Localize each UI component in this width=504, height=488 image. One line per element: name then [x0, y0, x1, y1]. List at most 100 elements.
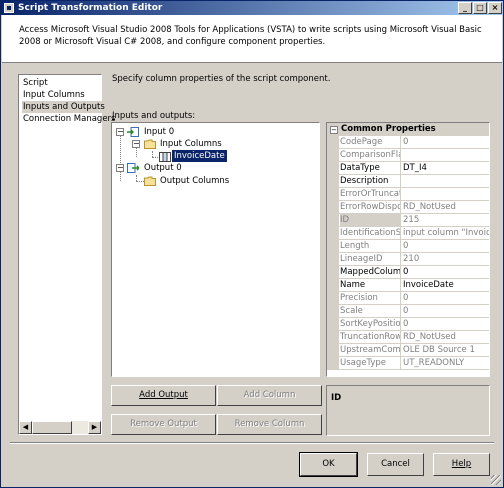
property-help-title: ID: [331, 393, 342, 403]
property-value[interactable]: 0: [403, 136, 489, 148]
property-name: Scale: [340, 305, 401, 317]
property-value[interactable]: input column "InvoiceDate": [403, 227, 489, 239]
property-value[interactable]: 0: [403, 266, 489, 278]
maximize-button[interactable]: □: [473, 2, 487, 14]
collapse-category-icon[interactable]: −: [330, 126, 338, 134]
property-row-gutter: [327, 240, 339, 253]
tree-node-input-0[interactable]: Input 0: [142, 126, 176, 138]
property-row[interactable]: ComparisonFlags: [327, 149, 489, 162]
property-name: LineageID: [340, 253, 401, 265]
property-row[interactable]: Name InvoiceDate: [327, 279, 489, 292]
io-label-text: nputs and outputs:: [114, 111, 196, 121]
scroll-thumb[interactable]: [32, 421, 72, 434]
instruction-text: Specify column properties of the script …: [112, 74, 331, 84]
property-name: Precision: [340, 292, 401, 304]
property-row[interactable]: Description: [327, 175, 489, 188]
property-row[interactable]: CodePage 0: [327, 136, 489, 149]
category-common-properties[interactable]: − Common Properties: [327, 123, 489, 136]
property-value[interactable]: InvoiceDate: [403, 279, 489, 291]
nav-item-script[interactable]: Script: [22, 77, 49, 89]
nav-item-input-columns[interactable]: Input Columns: [22, 89, 86, 101]
remove-column-button[interactable]: Remove Column: [217, 414, 322, 435]
property-value[interactable]: 210: [403, 253, 489, 265]
tree-node-output-columns[interactable]: Output Columns: [158, 175, 231, 187]
add-output-label: Add Output: [139, 390, 188, 400]
category-label: Common Properties: [341, 124, 436, 134]
title-bar: Script Transformation Editor _ □ ×: [1, 1, 503, 15]
property-row[interactable]: IdentificationStringinput column "Invoic…: [327, 227, 489, 240]
property-row[interactable]: UsageType UT_READONLY: [327, 357, 489, 370]
tree-node-invoicedate[interactable]: InvoiceDate: [172, 150, 227, 162]
tree-line: [120, 133, 121, 181]
property-value[interactable]: 0: [403, 305, 489, 317]
property-row[interactable]: ErrorOrTruncationOperation: [327, 188, 489, 201]
property-value[interactable]: RD_NotUsed: [403, 331, 489, 343]
properties-grid[interactable]: − Common Properties CodePage 0 ComparisonF…: [326, 122, 490, 377]
property-row[interactable]: DataType DT_I4: [327, 162, 489, 175]
property-value[interactable]: 0: [403, 292, 489, 304]
property-row-gutter: [327, 279, 339, 292]
property-help-panel: ID: [326, 385, 490, 436]
expand-input-columns-icon[interactable]: −: [132, 140, 140, 148]
property-row[interactable]: ID 215: [327, 214, 489, 227]
property-row[interactable]: MappedColumnID0: [327, 266, 489, 279]
property-name: IdentificationString: [340, 227, 401, 239]
property-value[interactable]: 0: [403, 318, 489, 330]
property-value[interactable]: [403, 175, 489, 187]
property-row-gutter: [327, 214, 339, 227]
scroll-left-icon[interactable]: ◀: [19, 421, 32, 434]
property-row[interactable]: LineageID 210: [327, 253, 489, 266]
help-label: Help: [451, 459, 472, 469]
expand-output-icon[interactable]: −: [116, 164, 124, 172]
add-column-button[interactable]: Add Column: [217, 385, 322, 406]
folder-icon: [144, 139, 156, 149]
inputs-outputs-label: Inputs and outputs:: [112, 111, 195, 121]
resize-grip-icon[interactable]: [491, 475, 501, 485]
remove-output-button[interactable]: Remove Output: [111, 414, 216, 435]
folder-icon: [144, 176, 156, 186]
property-value[interactable]: OLE DB Source 1: [403, 344, 489, 356]
property-value[interactable]: [403, 149, 489, 161]
property-row[interactable]: Length 0: [327, 240, 489, 253]
property-value[interactable]: UT_READONLY: [403, 357, 489, 369]
tree-line: [136, 181, 144, 182]
tree-line: [152, 157, 158, 158]
property-row[interactable]: ErrorRowDispositionRD_NotUsed: [327, 201, 489, 214]
property-row[interactable]: TruncationRowDispositionRD_NotUsed: [327, 331, 489, 344]
close-button[interactable]: ×: [488, 2, 502, 14]
inputs-outputs-tree[interactable]: − Input 0 − Input Columns InvoiceDate − …: [111, 122, 320, 377]
property-value[interactable]: [403, 188, 489, 200]
property-row[interactable]: SortKeyPosition 0: [327, 318, 489, 331]
property-row[interactable]: Precision 0: [327, 292, 489, 305]
property-name: TruncationRowDisposition: [340, 331, 401, 343]
nav-item-inputs-and-outputs[interactable]: Inputs and Outputs: [22, 101, 106, 113]
property-row-gutter: [327, 292, 339, 305]
add-output-button[interactable]: Add Output: [111, 385, 216, 406]
help-button[interactable]: Help: [433, 453, 490, 476]
app-icon: [4, 3, 14, 13]
description-text: Access Microsoft Visual Studio 2008 Tool…: [19, 25, 482, 47]
horizontal-scrollbar[interactable]: ◀ ▶: [19, 421, 101, 434]
property-name: ErrorRowDisposition: [340, 201, 401, 213]
nav-item-connection-managers[interactable]: Connection Managers: [22, 113, 116, 125]
cancel-button[interactable]: Cancel: [367, 453, 424, 476]
property-value[interactable]: DT_I4: [403, 162, 489, 174]
property-name: ErrorOrTruncationOperation: [340, 188, 401, 200]
description-panel: Access Microsoft Visual Studio 2008 Tool…: [2, 15, 502, 63]
tree-node-input-columns[interactable]: Input Columns: [158, 138, 224, 150]
expand-input-icon[interactable]: −: [116, 128, 124, 136]
property-value[interactable]: 215: [403, 214, 489, 226]
property-value[interactable]: RD_NotUsed: [403, 201, 489, 213]
minimize-button[interactable]: _: [458, 2, 472, 14]
property-name: ComparisonFlags: [340, 149, 401, 161]
ok-button[interactable]: OK: [299, 452, 358, 477]
property-value[interactable]: 0: [403, 240, 489, 252]
property-row-gutter: [327, 136, 339, 149]
property-row-gutter: [327, 266, 339, 279]
property-row[interactable]: UpstreamComponentNameOLE DB Source 1: [327, 344, 489, 357]
scroll-right-icon[interactable]: ▶: [88, 421, 101, 434]
property-row-gutter: [327, 188, 339, 201]
property-row[interactable]: Scale 0: [327, 305, 489, 318]
separator: [10, 442, 494, 444]
tree-node-output-0[interactable]: Output 0: [142, 162, 184, 174]
